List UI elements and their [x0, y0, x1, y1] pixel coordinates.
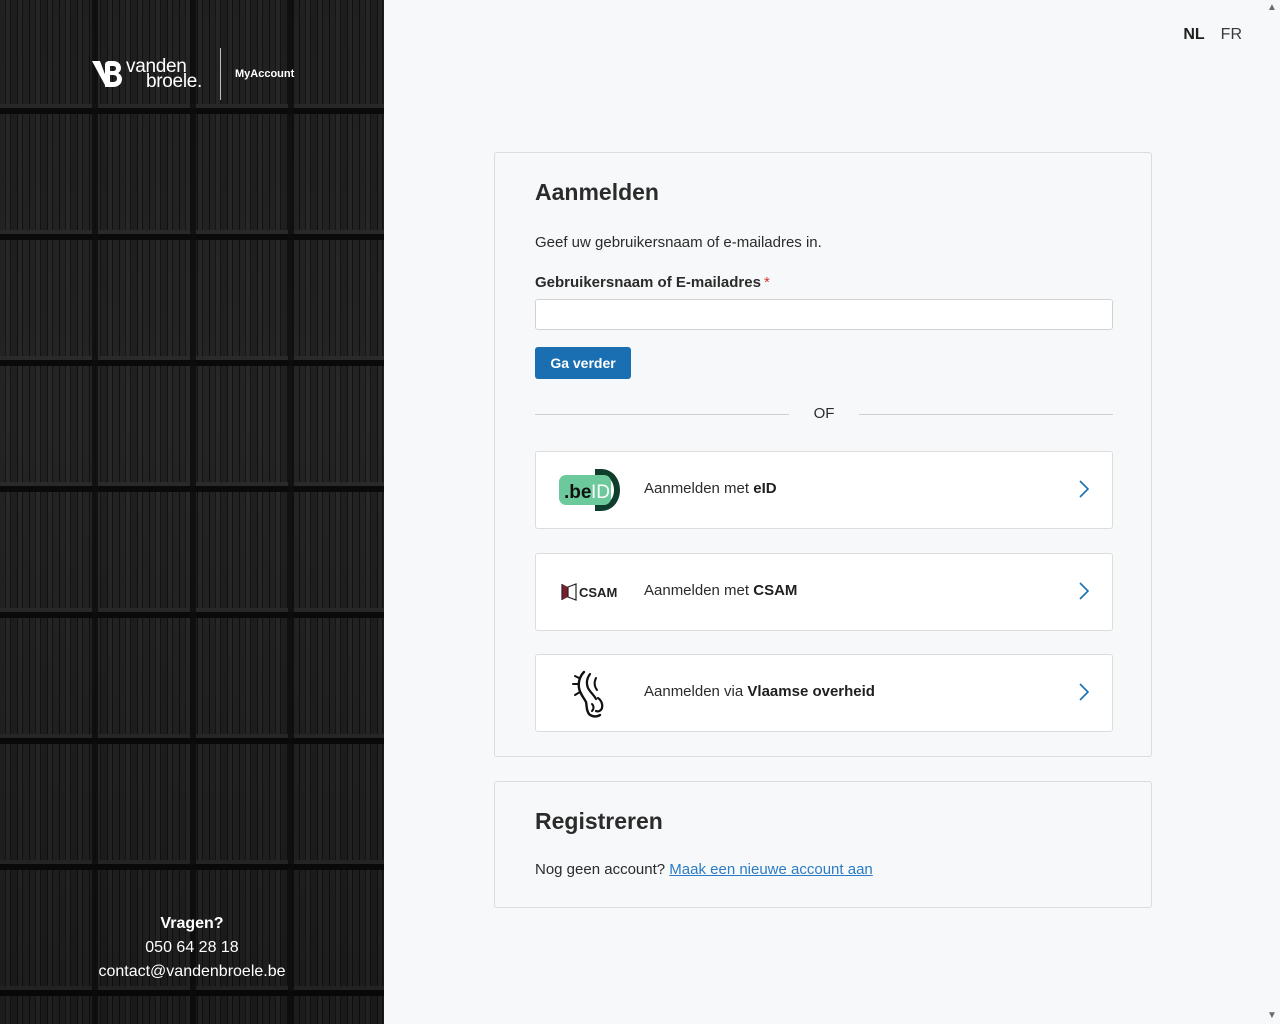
- login-csam-button[interactable]: CSAM Aanmelden met CSAM: [535, 553, 1113, 631]
- login-intro: Geef uw gebruikersnaam of e-mailadres in…: [535, 234, 822, 251]
- login-card: Aanmelden Geef uw gebruikersnaam of e-ma…: [494, 152, 1152, 757]
- lang-fr[interactable]: FR: [1221, 26, 1242, 44]
- login-vlaamse-overheid-button[interactable]: Aanmelden via Vlaamse overheid: [535, 654, 1113, 732]
- login-eid-label: Aanmelden met eID: [644, 480, 777, 497]
- register-prompt: Nog geen account? Maak een nieuwe accoun…: [535, 861, 873, 878]
- vlaamse-leeuw-icon: [558, 669, 622, 718]
- scroll-up-arrow-icon[interactable]: ▲: [1266, 2, 1278, 14]
- login-eid-button[interactable]: .be ID Aanmelden met eID: [535, 451, 1113, 529]
- svg-text:CSAM: CSAM: [579, 585, 617, 600]
- vandenbroele-mark-icon: [92, 61, 122, 87]
- login-csam-label: Aanmelden met CSAM: [644, 582, 798, 599]
- beid-logo-icon: .be ID: [558, 466, 622, 514]
- chevron-right-icon: [1079, 582, 1090, 600]
- register-title: Registreren: [535, 808, 663, 834]
- lang-nl[interactable]: NL: [1183, 26, 1204, 44]
- logo-divider: [220, 48, 221, 100]
- register-card: Registreren Nog geen account? Maak een n…: [494, 781, 1152, 908]
- contact-phone[interactable]: 050 64 28 18: [0, 936, 384, 960]
- contact-heading: Vragen?: [160, 915, 224, 932]
- logo-line2: broele.: [146, 71, 202, 92]
- logo-subtitle: MyAccount: [235, 68, 295, 80]
- contact-email[interactable]: contact@vandenbroele.be: [0, 960, 384, 984]
- required-marker: *: [763, 274, 770, 291]
- language-switcher: NL FR: [1183, 26, 1242, 44]
- continue-button[interactable]: Ga verder: [535, 347, 631, 379]
- scroll-down-arrow-icon[interactable]: ▼: [1266, 1010, 1278, 1022]
- csam-logo-icon: CSAM: [558, 568, 622, 616]
- username-label: Gebruikersnaam of E-mailadres *: [535, 274, 770, 291]
- svg-text:.be: .be: [564, 482, 591, 503]
- chevron-right-icon: [1079, 480, 1090, 498]
- create-account-link[interactable]: Maak een nieuwe account aan: [669, 861, 872, 878]
- or-separator: OF: [535, 405, 1113, 425]
- chevron-right-icon: [1079, 683, 1090, 701]
- login-vlaamse-overheid-label: Aanmelden via Vlaamse overheid: [644, 683, 875, 700]
- svg-text:ID: ID: [591, 482, 610, 503]
- left-panel: vanden broele. MyAccount Vragen? 050 64 …: [0, 0, 384, 1024]
- contact-block: Vragen? 050 64 28 18 contact@vandenbroel…: [0, 912, 384, 984]
- brand-logo: vanden broele. MyAccount: [92, 48, 294, 100]
- login-title: Aanmelden: [535, 179, 659, 205]
- username-input[interactable]: [535, 299, 1113, 330]
